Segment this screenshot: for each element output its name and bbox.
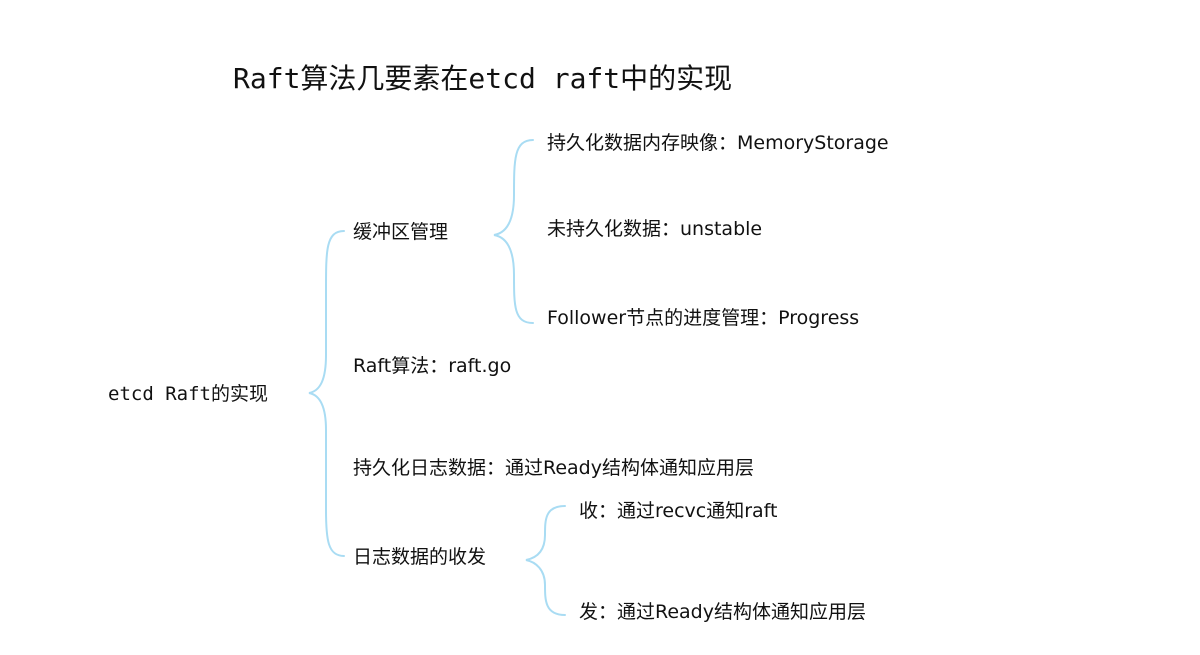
leaf-progress: Follower节点的进度管理：Progress — [547, 307, 860, 329]
buffer-brace — [493, 139, 534, 324]
root-brace — [308, 230, 345, 557]
branch-buffer-management: 缓冲区管理 — [353, 221, 449, 243]
branch-log-send-receive: 日志数据的收发 — [353, 546, 487, 568]
root-node: etcd Raft的实现 — [108, 383, 268, 405]
log-brace — [525, 505, 566, 616]
leaf-send: 发：通过Ready结构体通知应用层 — [579, 601, 866, 623]
branch-persist-log: 持久化日志数据：通过Ready结构体通知应用层 — [353, 457, 754, 479]
leaf-receive: 收：通过recvc通知raft — [579, 500, 778, 522]
branch-raft-algorithm: Raft算法：raft.go — [353, 355, 512, 377]
leaf-memory-storage: 持久化数据内存映像：MemoryStorage — [547, 132, 889, 154]
leaf-unstable: 未持久化数据：unstable — [547, 218, 763, 240]
